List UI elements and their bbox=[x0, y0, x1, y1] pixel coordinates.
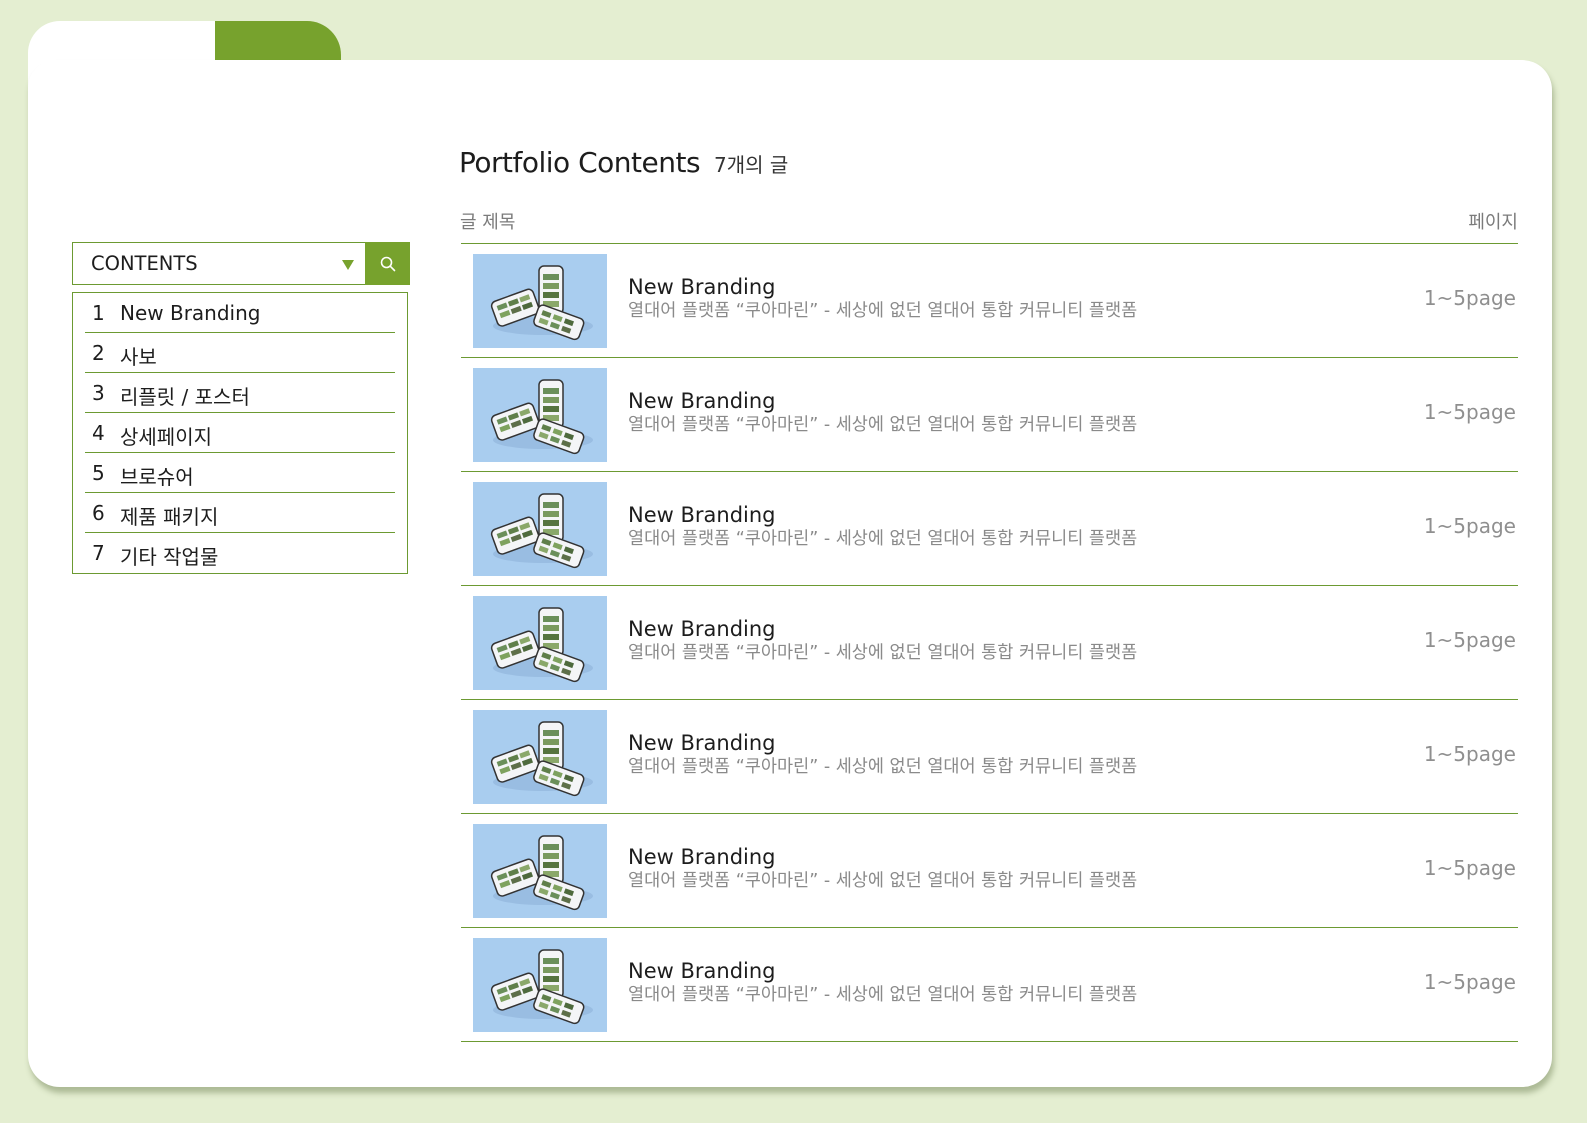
toc-item-newsletter[interactable]: 2 사보 bbox=[85, 333, 395, 373]
toc-item-brochure[interactable]: 5 브로슈어 bbox=[85, 453, 395, 493]
toc-item-label: 리플릿 / 포스터 bbox=[120, 385, 250, 409]
post-title[interactable]: New Branding bbox=[628, 730, 1137, 756]
toc-item-other-works[interactable]: 7 기타 작업물 bbox=[85, 533, 395, 573]
phone-mockup-icon bbox=[490, 607, 593, 683]
post-row[interactable]: New Branding 열대어 플랫폼 “쿠아마린” - 세상에 없던 열대어… bbox=[461, 928, 1518, 1042]
post-thumbnail[interactable] bbox=[473, 710, 607, 804]
contents-list: 1 New Branding 2 사보 3 리플릿 / 포스터 4 상세페이지 … bbox=[72, 292, 408, 574]
toc-item-label: New Branding bbox=[120, 301, 261, 325]
phone-mockup-icon bbox=[490, 721, 593, 797]
phone-mockup-icon bbox=[490, 493, 593, 569]
post-list: New Branding 열대어 플랫폼 “쿠아마린” - 세상에 없던 열대어… bbox=[461, 243, 1518, 1042]
search-icon bbox=[380, 256, 395, 271]
post-title[interactable]: New Branding bbox=[628, 388, 1137, 414]
toc-item-number: 3 bbox=[92, 381, 105, 405]
caret-down-icon bbox=[342, 260, 354, 270]
post-page-range: 1~5page bbox=[1423, 286, 1516, 310]
post-text: New Branding 열대어 플랫폼 “쿠아마린” - 세상에 없던 열대어… bbox=[628, 274, 1137, 322]
toc-item-number: 1 bbox=[92, 301, 105, 325]
phone-mockup-icon bbox=[490, 379, 593, 455]
category-select[interactable]: CONTENTS bbox=[72, 242, 409, 285]
post-description: 열대어 플랫폼 “쿠아마린” - 세상에 없던 열대어 통합 커뮤니티 플랫폼 bbox=[628, 643, 1138, 663]
column-header-title: 글 제목 bbox=[460, 212, 516, 233]
search-button[interactable] bbox=[365, 242, 410, 285]
post-row[interactable]: New Branding 열대어 플랫폼 “쿠아마린” - 세상에 없던 열대어… bbox=[461, 358, 1518, 472]
phone-mockup-icon bbox=[490, 265, 593, 341]
post-row[interactable]: New Branding 열대어 플랫폼 “쿠아마린” - 세상에 없던 열대어… bbox=[461, 700, 1518, 814]
post-text: New Branding 열대어 플랫폼 “쿠아마린” - 세상에 없던 열대어… bbox=[628, 388, 1137, 436]
toc-item-leaflet-poster[interactable]: 3 리플릿 / 포스터 bbox=[85, 373, 395, 413]
post-description: 열대어 플랫폼 “쿠아마린” - 세상에 없던 열대어 통합 커뮤니티 플랫폼 bbox=[628, 529, 1138, 549]
post-row[interactable]: New Branding 열대어 플랫폼 “쿠아마린” - 세상에 없던 열대어… bbox=[461, 472, 1518, 586]
toc-item-number: 7 bbox=[92, 541, 105, 565]
post-row[interactable]: New Branding 열대어 플랫폼 “쿠아마린” - 세상에 없던 열대어… bbox=[461, 814, 1518, 928]
post-thumbnail[interactable] bbox=[473, 254, 607, 348]
toc-item-number: 4 bbox=[92, 421, 105, 445]
post-page-range: 1~5page bbox=[1423, 628, 1516, 652]
post-row[interactable]: New Branding 열대어 플랫폼 “쿠아마린” - 세상에 없던 열대어… bbox=[461, 244, 1518, 358]
toc-item-detail-page[interactable]: 4 상세페이지 bbox=[85, 413, 395, 453]
post-count: 7개의 글 bbox=[714, 153, 789, 177]
post-text: New Branding 열대어 플랫폼 “쿠아마린” - 세상에 없던 열대어… bbox=[628, 502, 1137, 550]
post-thumbnail[interactable] bbox=[473, 596, 607, 690]
post-text: New Branding 열대어 플랫폼 “쿠아마린” - 세상에 없던 열대어… bbox=[628, 730, 1137, 778]
post-title[interactable]: New Branding bbox=[628, 844, 1137, 870]
post-description: 열대어 플랫폼 “쿠아마린” - 세상에 없던 열대어 통합 커뮤니티 플랫폼 bbox=[628, 985, 1138, 1005]
toc-item-number: 6 bbox=[92, 501, 105, 525]
post-page-range: 1~5page bbox=[1423, 514, 1516, 538]
toc-item-packaging[interactable]: 6 제품 패키지 bbox=[85, 493, 395, 533]
post-description: 열대어 플랫폼 “쿠아마린” - 세상에 없던 열대어 통합 커뮤니티 플랫폼 bbox=[628, 301, 1138, 321]
post-thumbnail[interactable] bbox=[473, 368, 607, 462]
phone-mockup-icon bbox=[490, 835, 593, 911]
post-text: New Branding 열대어 플랫폼 “쿠아마린” - 세상에 없던 열대어… bbox=[628, 958, 1137, 1006]
post-description: 열대어 플랫폼 “쿠아마린” - 세상에 없던 열대어 통합 커뮤니티 플랫폼 bbox=[628, 871, 1138, 891]
post-thumbnail[interactable] bbox=[473, 482, 607, 576]
toc-item-new-branding[interactable]: 1 New Branding bbox=[85, 293, 395, 333]
post-thumbnail[interactable] bbox=[473, 824, 607, 918]
post-text: New Branding 열대어 플랫폼 “쿠아마린” - 세상에 없던 열대어… bbox=[628, 616, 1137, 664]
post-page-range: 1~5page bbox=[1423, 856, 1516, 880]
toc-item-label: 브로슈어 bbox=[120, 465, 194, 489]
toc-item-label: 기타 작업물 bbox=[120, 545, 219, 569]
post-thumbnail[interactable] bbox=[473, 938, 607, 1032]
toc-item-number: 2 bbox=[92, 341, 105, 365]
toc-item-number: 5 bbox=[92, 461, 105, 485]
phone-mockup-icon bbox=[490, 949, 593, 1025]
page-title: Portfolio Contents bbox=[459, 146, 701, 179]
post-title[interactable]: New Branding bbox=[628, 502, 1137, 528]
post-title[interactable]: New Branding bbox=[628, 616, 1137, 642]
post-title[interactable]: New Branding bbox=[628, 274, 1137, 300]
post-description: 열대어 플랫폼 “쿠아마린” - 세상에 없던 열대어 통합 커뮤니티 플랫폼 bbox=[628, 757, 1138, 777]
post-text: New Branding 열대어 플랫폼 “쿠아마린” - 세상에 없던 열대어… bbox=[628, 844, 1137, 892]
post-row[interactable]: New Branding 열대어 플랫폼 “쿠아마린” - 세상에 없던 열대어… bbox=[461, 586, 1518, 700]
toc-item-label: 제품 패키지 bbox=[120, 505, 219, 529]
toc-item-label: 사보 bbox=[120, 345, 157, 369]
post-description: 열대어 플랫폼 “쿠아마린” - 세상에 없던 열대어 통합 커뮤니티 플랫폼 bbox=[628, 415, 1138, 435]
post-page-range: 1~5page bbox=[1423, 400, 1516, 424]
post-title[interactable]: New Branding bbox=[628, 958, 1137, 984]
toc-item-label: 상세페이지 bbox=[120, 425, 212, 449]
category-select-value: CONTENTS bbox=[91, 252, 198, 275]
page-header: Portfolio Contents 7개의 글 bbox=[459, 146, 788, 179]
post-page-range: 1~5page bbox=[1423, 970, 1516, 994]
post-page-range: 1~5page bbox=[1423, 742, 1516, 766]
column-header-pages: 페이지 bbox=[1468, 212, 1518, 233]
